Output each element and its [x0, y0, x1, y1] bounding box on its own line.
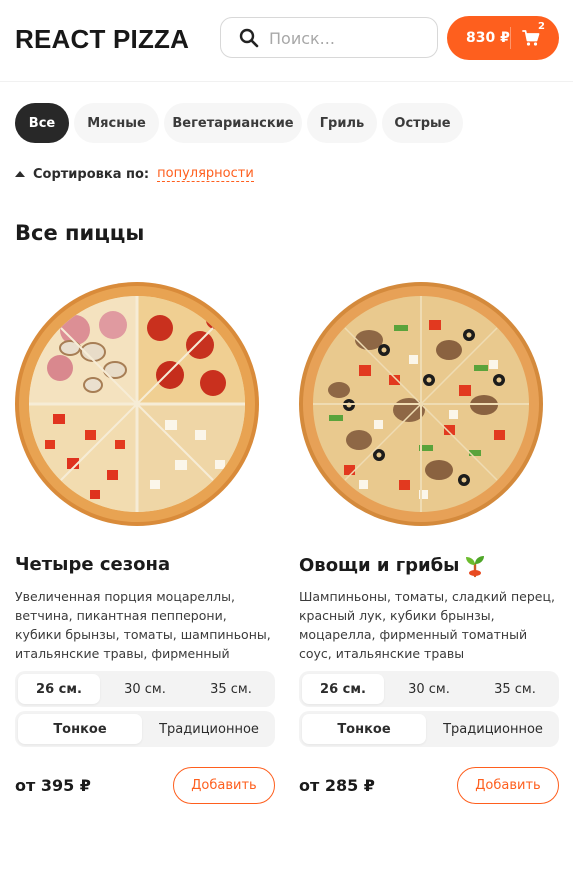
- search-box[interactable]: [220, 17, 438, 58]
- pizza-image: [299, 282, 543, 526]
- pizza-description: Шампиньоны, томаты, сладкий перец, красн…: [299, 589, 555, 661]
- header: REACT PIZZA 830 ₽ 2: [0, 0, 573, 82]
- search-icon: [239, 28, 259, 48]
- dough-selector: Тонкое Традиционное: [299, 711, 559, 747]
- pizza-card: Четыре сезона Увеличенная порция моцарел…: [15, 280, 277, 820]
- cart-divider: [510, 27, 511, 49]
- pizza-card: Овощи и грибы Шампиньоны, томаты, сладки…: [299, 280, 561, 820]
- cart-button[interactable]: 830 ₽ 2: [447, 16, 559, 60]
- size-option[interactable]: 30 см.: [104, 674, 186, 704]
- dough-option[interactable]: Традиционное: [146, 714, 272, 744]
- category-vegetarian[interactable]: Вегетарианские: [164, 103, 302, 143]
- logo[interactable]: REACT PIZZA: [15, 24, 189, 55]
- category-spicy[interactable]: Острые: [382, 103, 463, 143]
- size-option[interactable]: 35 см.: [190, 674, 272, 704]
- cart-count: 2: [538, 21, 545, 32]
- size-selector: 26 см. 30 см. 35 см.: [299, 671, 559, 707]
- category-grill[interactable]: Гриль: [307, 103, 377, 143]
- size-option[interactable]: 26 см.: [302, 674, 384, 704]
- sort-label: Сортировка по:: [33, 166, 150, 182]
- add-to-cart-button[interactable]: Добавить: [457, 767, 559, 804]
- dough-selector: Тонкое Традиционное: [15, 711, 275, 747]
- pizza-description: Увеличенная порция моцареллы, ветчина, п…: [15, 589, 271, 661]
- cart-total: 830 ₽: [466, 30, 510, 46]
- pizza-name: Овощи и грибы: [299, 554, 487, 578]
- size-option[interactable]: 35 см.: [474, 674, 556, 704]
- pizza-image: [15, 282, 259, 526]
- dough-option[interactable]: Тонкое: [302, 714, 426, 744]
- search-input[interactable]: [269, 25, 429, 51]
- size-option[interactable]: 30 см.: [388, 674, 470, 704]
- category-meat[interactable]: Мясные: [74, 103, 159, 143]
- vegetarian-sprout-icon: [466, 556, 485, 578]
- section-title: Все пиццы: [15, 221, 145, 245]
- pizza-name: Четыре сезона: [15, 554, 171, 575]
- dough-option[interactable]: Традиционное: [430, 714, 556, 744]
- sort-value[interactable]: популярности: [157, 166, 254, 182]
- category-all[interactable]: Все: [15, 103, 69, 143]
- pizza-price: от 395 ₽: [15, 776, 91, 795]
- sort-arrow-icon[interactable]: [15, 171, 25, 177]
- add-to-cart-button[interactable]: Добавить: [173, 767, 275, 804]
- sort-control: Сортировка по: популярности: [15, 164, 254, 184]
- size-selector: 26 см. 30 см. 35 см.: [15, 671, 275, 707]
- dough-option[interactable]: Тонкое: [18, 714, 142, 744]
- pizza-price: от 285 ₽: [299, 776, 375, 795]
- size-option[interactable]: 26 см.: [18, 674, 100, 704]
